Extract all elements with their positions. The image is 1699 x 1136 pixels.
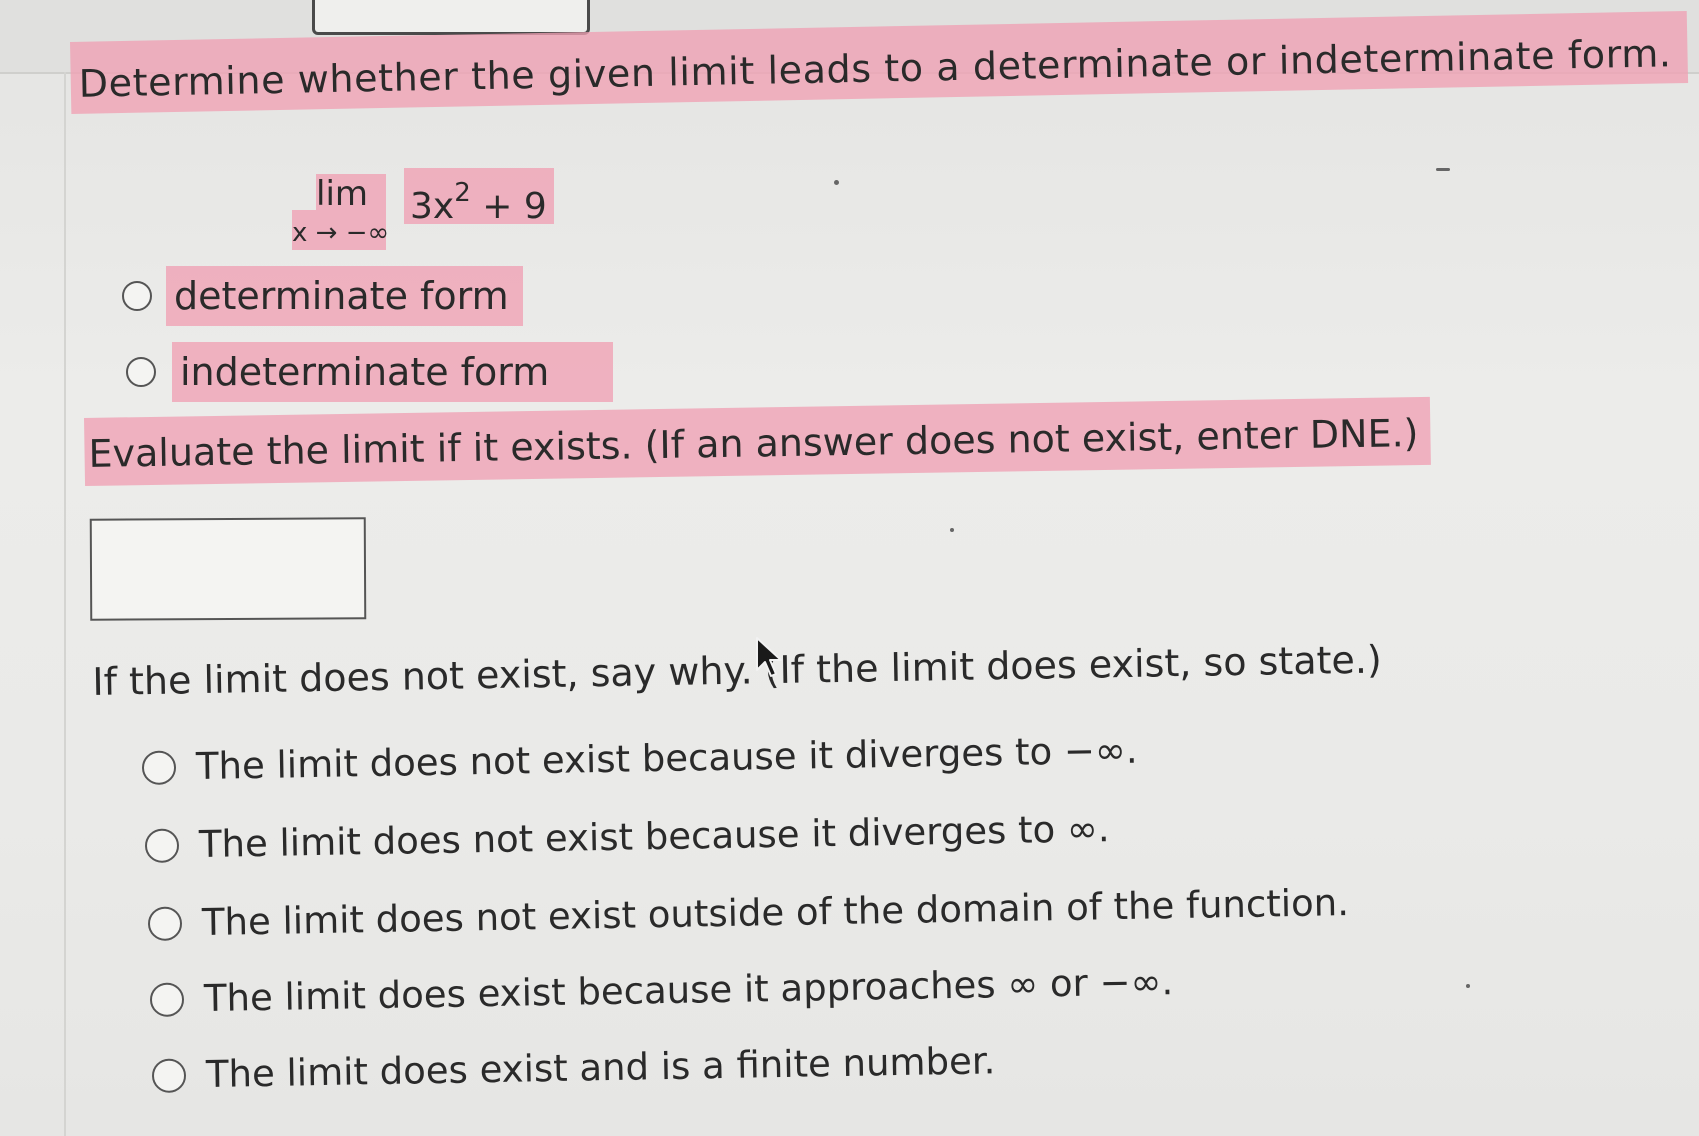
function-base: 3x <box>410 186 455 227</box>
screen-speck <box>834 180 839 185</box>
limit-operator: lim <box>316 174 369 214</box>
option-label[interactable]: The limit does not exist because it dive… <box>196 729 1138 788</box>
previous-answer-input[interactable] <box>312 0 590 35</box>
content-divider <box>64 72 66 1136</box>
screen-speck <box>1436 168 1450 171</box>
function-exponent: 2 <box>454 178 471 208</box>
limit-expression: lim x → −∞ 3x2 + 9 <box>292 168 554 252</box>
option-label[interactable]: determinate form <box>166 266 523 326</box>
reason-option-outside-domain[interactable]: The limit does not exist outside of the … <box>147 881 1350 945</box>
reason-option-finite-number[interactable]: The limit does exist and is a finite num… <box>151 1039 996 1097</box>
option-indeterminate-form[interactable]: indeterminate form <box>126 342 614 402</box>
radio-button[interactable] <box>141 749 177 785</box>
option-label[interactable]: The limit does not exist outside of the … <box>202 881 1350 944</box>
evaluate-prompt: Evaluate the limit if it exists. (If an … <box>84 396 1431 486</box>
radio-button[interactable] <box>149 981 185 1017</box>
reason-option-approaches-infinity[interactable]: The limit does exist because it approach… <box>149 960 1174 1021</box>
option-label[interactable]: The limit does not exist because it dive… <box>199 807 1110 866</box>
reason-option-diverges-neg-infinity[interactable]: The limit does not exist because it dive… <box>141 729 1138 789</box>
option-label[interactable]: The limit does exist and is a finite num… <box>206 1039 996 1096</box>
reason-prompt: If the limit does not exist, say why. (I… <box>92 637 1383 704</box>
screen-speck <box>1466 984 1470 988</box>
option-label[interactable]: indeterminate form <box>172 342 614 402</box>
limit-answer-input[interactable] <box>89 517 367 621</box>
reason-option-diverges-infinity[interactable]: The limit does not exist because it dive… <box>144 807 1110 867</box>
limit-subscript: x → −∞ <box>292 218 390 248</box>
function-tail: + 9 <box>470 186 547 227</box>
screen-speck <box>950 528 954 532</box>
option-label[interactable]: The limit does exist because it approach… <box>204 960 1174 1020</box>
radio-button[interactable] <box>126 357 156 387</box>
radio-button[interactable] <box>151 1057 187 1093</box>
limit-function: 3x2 + 9 <box>410 178 547 227</box>
option-determinate-form[interactable]: determinate form <box>122 266 523 326</box>
mouse-pointer-icon <box>756 637 782 677</box>
radio-button[interactable] <box>144 827 180 863</box>
radio-button[interactable] <box>122 281 152 311</box>
radio-button[interactable] <box>147 905 183 941</box>
